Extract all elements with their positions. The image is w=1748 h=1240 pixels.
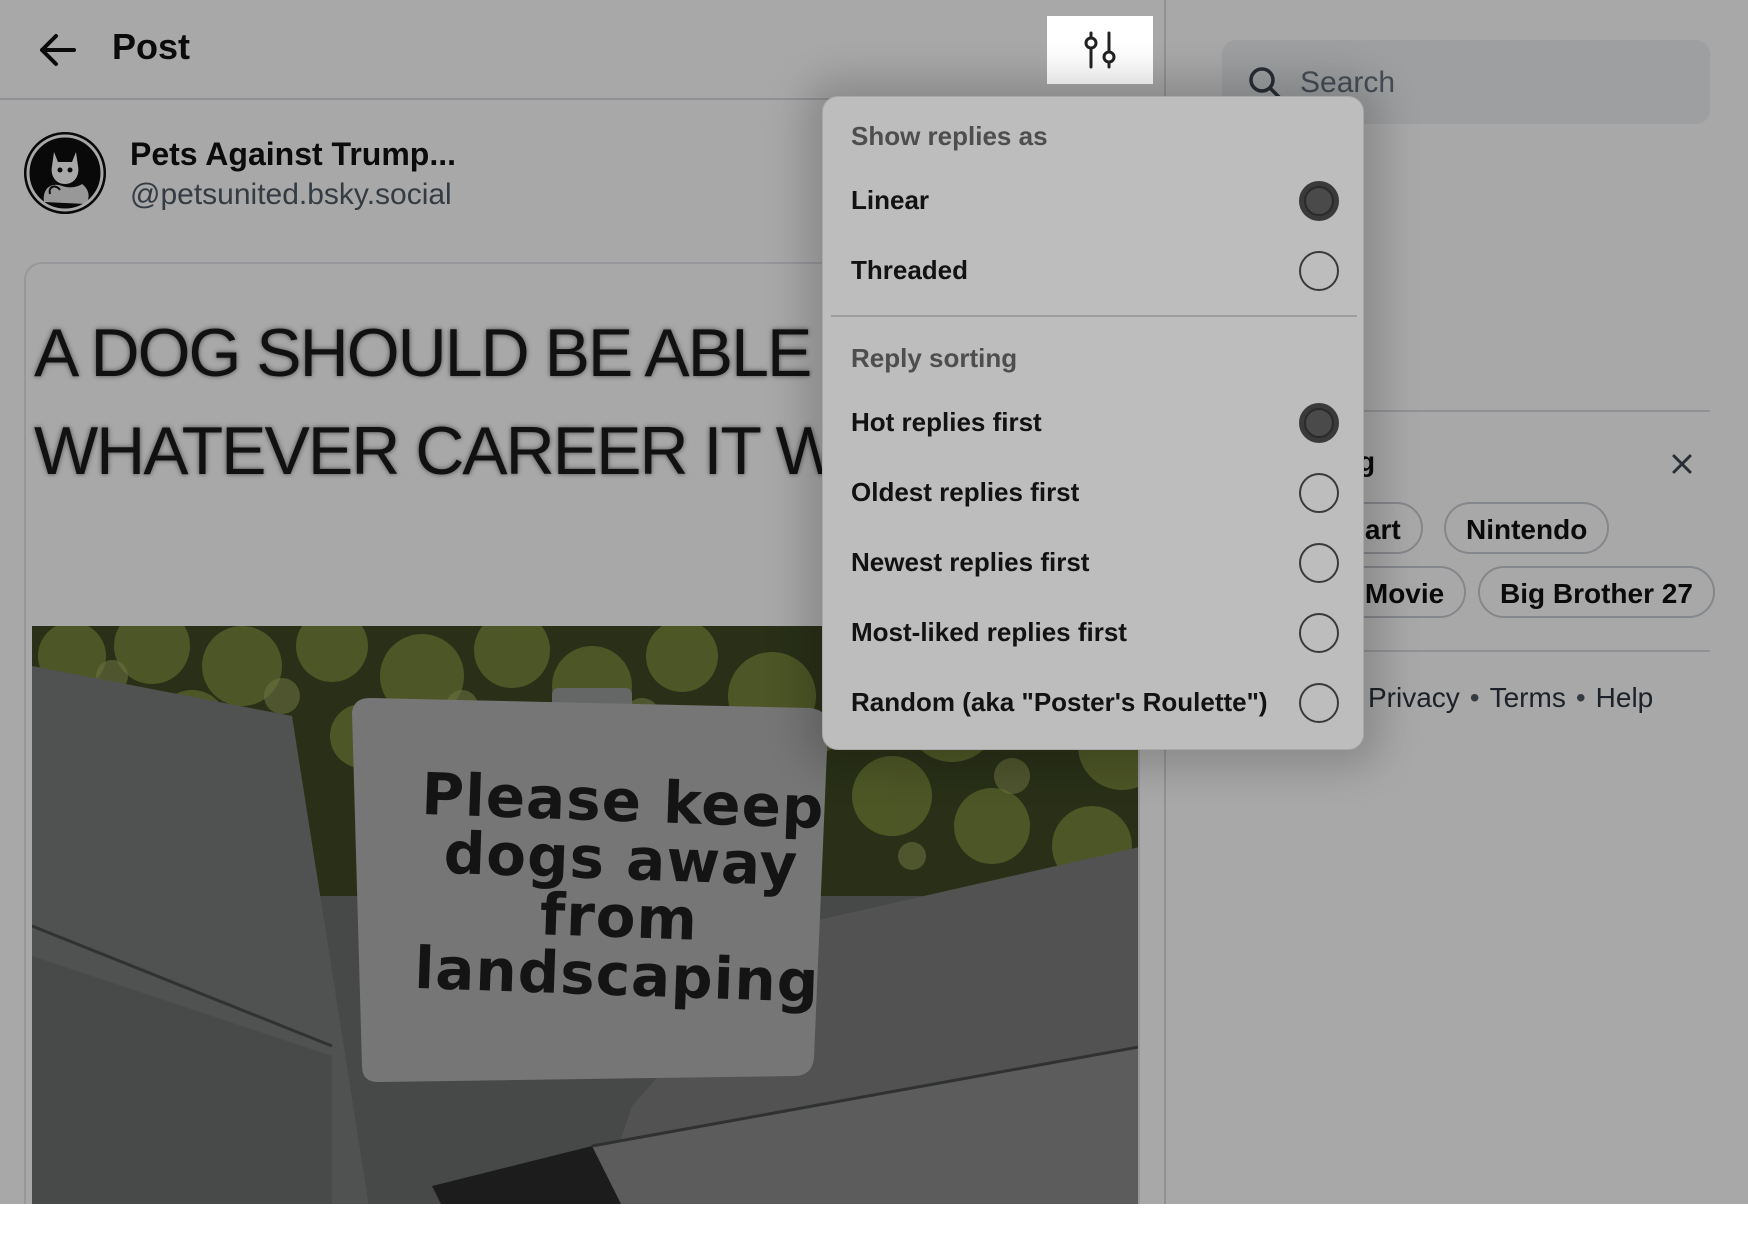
radio-unselected[interactable] xyxy=(1299,683,1339,723)
app-screen: Post Pets Against Trump... @petsunited.b… xyxy=(0,0,1748,1204)
sliders-icon xyxy=(1084,31,1116,69)
option-newest-replies-first[interactable]: Newest replies first xyxy=(831,533,1357,595)
option-label: Hot replies first xyxy=(851,407,1042,437)
radio-selected[interactable] xyxy=(1299,403,1339,443)
radio-unselected[interactable] xyxy=(1299,543,1339,583)
option-label: Oldest replies first xyxy=(851,477,1080,507)
section-title-reply-sorting: Reply sorting xyxy=(851,343,1018,373)
option-label: Newest replies first xyxy=(851,547,1090,577)
option-label: Linear xyxy=(851,185,930,215)
reply-settings-menu: Show replies as Linear Threaded Reply so… xyxy=(822,96,1364,750)
option-label: Threaded xyxy=(851,255,969,285)
radio-unselected[interactable] xyxy=(1299,251,1339,291)
option-random-roulette[interactable]: Random (aka "Poster's Roulette") xyxy=(831,673,1357,735)
radio-unselected[interactable] xyxy=(1299,473,1339,513)
menu-divider xyxy=(831,315,1357,317)
option-hot-replies-first[interactable]: Hot replies first xyxy=(831,393,1357,455)
reply-settings-button-active[interactable] xyxy=(1047,16,1153,84)
option-linear[interactable]: Linear xyxy=(831,171,1357,233)
option-most-liked-replies-first[interactable]: Most-liked replies first xyxy=(831,603,1357,665)
option-threaded[interactable]: Threaded xyxy=(831,241,1357,303)
radio-selected[interactable] xyxy=(1299,181,1339,221)
option-label: Random (aka "Poster's Roulette") xyxy=(851,687,1268,717)
radio-unselected[interactable] xyxy=(1299,613,1339,653)
option-label: Most-liked replies first xyxy=(851,617,1127,647)
bottom-margin xyxy=(0,1204,1748,1240)
section-title-show-replies: Show replies as xyxy=(851,121,1048,151)
option-oldest-replies-first[interactable]: Oldest replies first xyxy=(831,463,1357,525)
